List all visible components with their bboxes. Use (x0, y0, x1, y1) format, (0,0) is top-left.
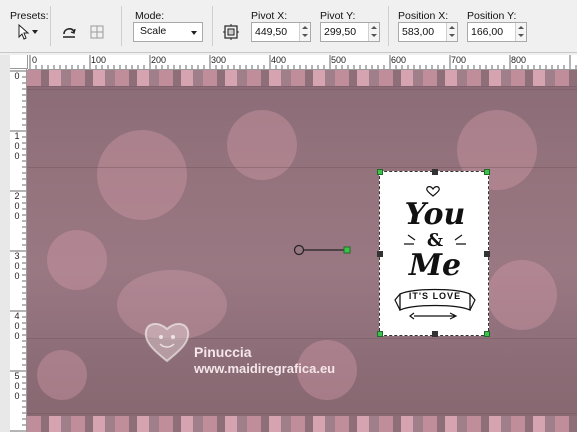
reset-icon (63, 28, 76, 38)
resize-handle-top[interactable] (432, 169, 438, 175)
resize-handle-left[interactable] (377, 251, 383, 257)
pick-tool-icon (18, 23, 38, 40)
card-title-you: You (404, 197, 466, 232)
chevron-down-icon (191, 31, 197, 35)
ruler-tick-label: 800 (511, 55, 527, 65)
horizontal-ruler-ticks (29, 55, 577, 69)
resize-handle-right[interactable] (484, 251, 490, 257)
top-floral-border (27, 70, 577, 86)
card-title-me: Me (408, 248, 462, 283)
position-y-spinner[interactable] (515, 23, 526, 41)
image-canvas[interactable]: Pinuccia www.maidiregrafica.eu (27, 70, 577, 432)
mode-value: Scale (140, 25, 167, 37)
vertical-ruler: 0100200300400500 (10, 69, 27, 432)
ruler-tick-label: 700 (451, 55, 467, 65)
ruler-tick-label: 200 (151, 55, 167, 65)
pivot-y-input[interactable]: 299,50 (320, 22, 380, 42)
pivot-x-spinner[interactable] (299, 23, 310, 41)
pivot-y-label: Pivot Y: (320, 10, 356, 22)
pivot-y-spinner[interactable] (368, 23, 379, 41)
ruler-tick-label: 100 (91, 55, 107, 65)
tool-options-toolbar: Presets: Mode: Scale Pivot X: 449,50 Piv… (0, 0, 577, 53)
deform-mesh-button[interactable] (86, 22, 108, 42)
position-x-value: 583,00 (402, 26, 435, 38)
pivot-y-value: 299,50 (324, 26, 357, 38)
pivot-center-button[interactable] (220, 22, 242, 42)
mode-label: Mode: (135, 10, 165, 22)
resize-handle-top-left[interactable] (377, 169, 383, 175)
horizontal-ruler: 0 100 200 300 400 500 600 700 800 (28, 55, 577, 70)
presets-label: Presets: (10, 10, 49, 22)
ruler-tick-label: 300 (211, 55, 227, 65)
position-x-label: Position X: (398, 10, 449, 22)
ruler-tick-label: 600 (391, 55, 407, 65)
position-y-label: Position Y: (467, 10, 517, 22)
ruler-tick-label: 400 (271, 55, 287, 65)
resize-handle-top-right[interactable] (484, 169, 490, 175)
pivot-x-input[interactable]: 449,50 (251, 22, 311, 42)
position-x-input[interactable]: 583,00 (398, 22, 458, 42)
resize-handle-bottom-left[interactable] (377, 331, 383, 337)
selected-layer-card[interactable]: You & Me IT'S LOVE (377, 169, 490, 337)
heart-icon (426, 186, 440, 197)
card-banner-text: IT'S LOVE (408, 291, 462, 301)
mode-select[interactable]: Scale (133, 22, 203, 42)
position-x-spinner[interactable] (446, 23, 457, 41)
watermark-logo (140, 317, 194, 365)
reset-rectangle-button[interactable] (58, 22, 80, 42)
pivot-x-label: Pivot X: (251, 10, 288, 22)
heart-logo-icon (144, 323, 190, 363)
watermark-url: www.maidiregrafica.eu (194, 361, 336, 376)
resize-handle-bottom[interactable] (432, 331, 438, 337)
ruler-corner (10, 55, 28, 69)
position-y-value: 166,00 (471, 26, 504, 38)
watermark-name: Pinuccia (194, 344, 252, 360)
position-y-input[interactable]: 166,00 (467, 22, 527, 42)
presets-dropdown[interactable] (12, 22, 42, 42)
ruler-tick-label: 500 (331, 55, 347, 65)
ruler-tick-label: 0 (32, 55, 38, 65)
mesh-icon (90, 25, 104, 39)
rotation-handle[interactable] (290, 242, 360, 258)
pivot-icon (223, 24, 239, 40)
pivot-x-value: 449,50 (255, 26, 288, 38)
resize-handle-bottom-right[interactable] (484, 331, 490, 337)
bottom-floral-border (27, 416, 577, 432)
